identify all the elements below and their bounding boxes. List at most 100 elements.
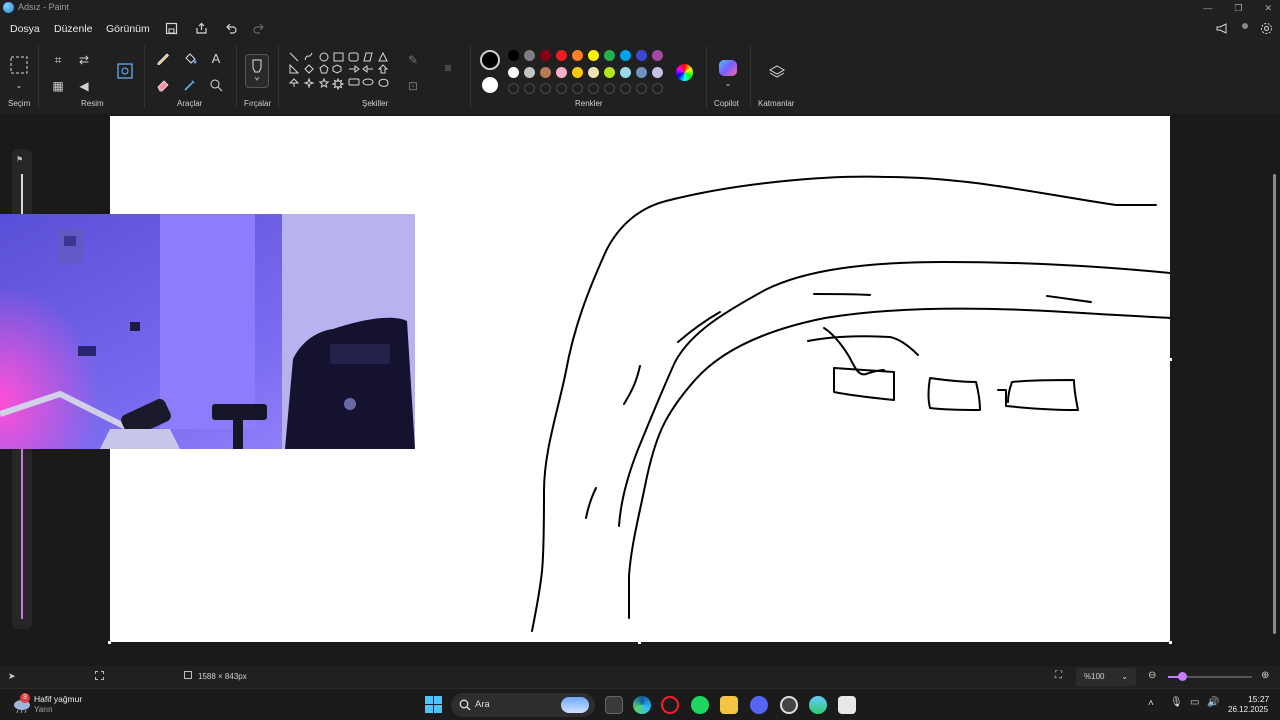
chevron-up-icon[interactable]: ˄ [1148,698,1154,709]
color-swatch[interactable] [540,50,551,61]
outline-icon[interactable]: ✎ [405,52,421,68]
magnifier-icon[interactable] [209,78,223,92]
color-picker-icon[interactable] [183,78,197,92]
webcam-picture [0,214,415,449]
undo-icon[interactable] [225,22,238,35]
zoom-out-icon[interactable]: ⊖ [1148,670,1156,681]
zoom-in-icon[interactable]: ⊕ [1261,670,1269,681]
custom-color-slot[interactable] [572,83,583,94]
menu-file[interactable]: Dosya [10,23,40,35]
layers-icon[interactable] [768,64,786,80]
spotify-icon[interactable] [691,696,709,714]
secondary-color-swatch[interactable] [482,77,498,93]
edit-colors-icon[interactable] [676,64,693,81]
taskbar-search[interactable]: Ara [451,693,595,717]
status-bar: ➤ 1588 × 843px ⛶ %100 ⌄ ⊖ ⊕ [0,666,1280,688]
group-label-shapes: Şekiller [362,99,389,108]
windows-start-icon[interactable] [425,696,442,713]
save-icon[interactable] [165,22,178,35]
group-label-layers: Katmanlar [758,99,795,108]
weather-widget[interactable]: 3 [12,693,32,714]
custom-color-slot[interactable] [524,83,535,94]
color-swatch[interactable] [540,67,551,78]
color-swatch[interactable] [572,67,583,78]
color-swatch[interactable] [620,50,631,61]
select-rectangle-icon[interactable] [10,56,28,74]
paint-taskbar-icon[interactable] [809,696,827,714]
zoom-dropdown[interactable]: %100 ⌄ [1076,668,1136,686]
color-swatch[interactable] [588,50,599,61]
minimize-button[interactable]: — [1203,3,1212,13]
custom-color-slot[interactable] [556,83,567,94]
rotate-icon[interactable]: ◀ [76,78,92,94]
share-icon[interactable] [195,22,208,35]
fill-icon[interactable]: ⊡ [405,78,421,94]
resize-handle-corner[interactable] [1169,641,1172,644]
text-tool-icon[interactable]: A [208,51,224,67]
brush-selector-button[interactable] [245,54,269,88]
eraser-icon[interactable] [156,78,170,92]
network-icon[interactable]: ▭ [1190,697,1199,708]
clock-date[interactable]: 26.12.2025 [1228,705,1268,714]
clock-time[interactable]: 15:27 [1248,694,1269,704]
discord-icon[interactable] [750,696,768,714]
menu-edit[interactable]: Düzenle [54,23,93,35]
color-swatch[interactable] [604,50,615,61]
color-swatch[interactable] [652,67,663,78]
shape-outline-size-icon[interactable]: ≡ [440,60,456,76]
zoom-slider-thumb[interactable] [1178,672,1187,681]
chevron-down-icon[interactable]: ⌄ [11,78,27,94]
file-explorer-icon[interactable] [720,696,738,714]
color-swatch[interactable] [620,67,631,78]
opera-gx-icon[interactable] [661,696,679,714]
primary-color-swatch[interactable] [480,50,500,70]
redo-icon[interactable] [252,22,265,35]
resize-handle-right[interactable] [1169,358,1172,361]
custom-color-slot[interactable] [540,83,551,94]
shapes-gallery[interactable] [287,50,395,106]
color-swatch[interactable] [636,67,647,78]
steam-icon[interactable] [780,696,798,714]
custom-color-slot[interactable] [652,83,663,94]
speaker-icon[interactable]: 🔊 [1207,697,1219,708]
pencil-icon[interactable] [156,51,170,65]
custom-color-slot[interactable] [588,83,599,94]
color-swatch[interactable] [652,50,663,61]
custom-color-slot[interactable] [620,83,631,94]
task-view-icon[interactable] [605,696,623,714]
settings-gear-icon[interactable] [1260,22,1273,35]
announcement-icon[interactable] [1215,22,1228,35]
color-swatch[interactable] [572,50,583,61]
color-swatch[interactable] [588,67,599,78]
microphone-icon[interactable]: 🎙 [1170,697,1183,708]
color-swatch[interactable] [524,50,535,61]
account-icon[interactable] [1242,23,1248,29]
menu-view[interactable]: Görünüm [106,23,150,35]
color-swatch[interactable] [604,67,615,78]
resize-handle-bottom-left[interactable] [108,641,111,644]
fit-to-window-icon[interactable]: ⛶ [1055,670,1062,681]
image-background-icon[interactable] [116,62,134,80]
resize-handle-bottom[interactable] [638,641,641,644]
restore-button[interactable]: ❐ [1234,3,1242,14]
edge-browser-icon[interactable] [633,696,651,714]
color-swatch[interactable] [508,67,519,78]
snipping-tool-icon[interactable] [838,696,856,714]
color-swatch[interactable] [524,67,535,78]
image-grid-icon[interactable]: ▦ [50,78,66,94]
chevron-down-icon[interactable]: ⌄ [720,76,736,92]
zoom-slider[interactable] [1168,672,1252,681]
fill-bucket-icon[interactable] [183,51,197,65]
color-swatch[interactable] [556,67,567,78]
custom-color-slot[interactable] [636,83,647,94]
color-swatch[interactable] [556,50,567,61]
vertical-scrollbar[interactable] [1273,174,1276,634]
custom-color-slot[interactable] [508,83,519,94]
close-button[interactable]: ✕ [1264,3,1272,14]
color-swatch[interactable] [636,50,647,61]
copilot-icon[interactable] [719,60,737,76]
resize-icon[interactable]: ⇄ [76,52,92,68]
custom-color-slot[interactable] [604,83,615,94]
color-swatch[interactable] [508,50,519,61]
crop-icon[interactable]: ⌗ [50,52,66,68]
